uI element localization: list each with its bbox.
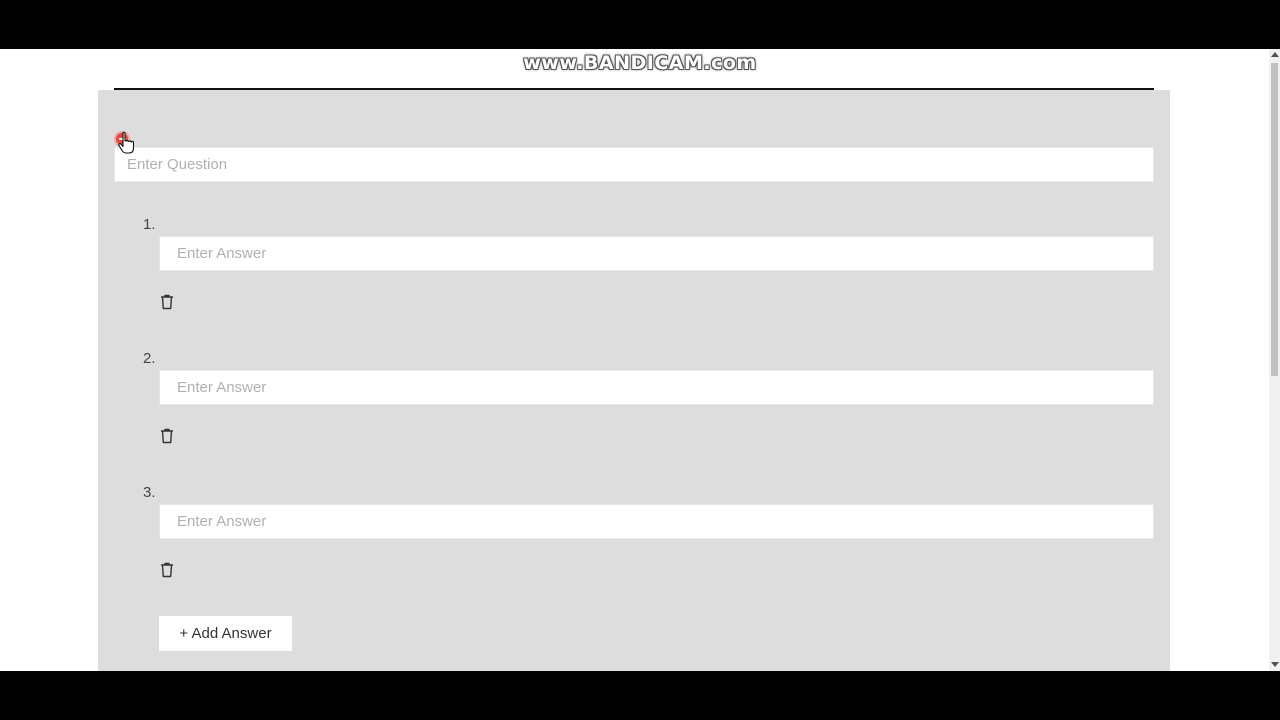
hand-pointer-icon bbox=[118, 131, 135, 154]
answer-number-2: 2. bbox=[143, 350, 156, 367]
browser-viewport: www.BANDICAM.com 1. 2. 3. + Add Answer bbox=[0, 49, 1280, 671]
add-answer-button[interactable]: + Add Answer bbox=[159, 616, 292, 651]
scroll-up-arrow-icon[interactable] bbox=[1271, 52, 1279, 57]
trash-icon[interactable] bbox=[160, 562, 174, 578]
scroll-thumb[interactable] bbox=[1271, 63, 1278, 376]
trash-icon[interactable] bbox=[160, 294, 174, 310]
question-card: 1. 2. 3. + Add Answer bbox=[98, 90, 1170, 671]
vertical-scrollbar[interactable] bbox=[1269, 49, 1280, 671]
answer-number-1: 1. bbox=[143, 216, 156, 233]
question-input[interactable] bbox=[114, 147, 1154, 182]
scroll-down-arrow-icon[interactable] bbox=[1271, 662, 1279, 667]
answer-input-1[interactable] bbox=[159, 236, 1154, 271]
answer-input-2[interactable] bbox=[159, 370, 1154, 405]
answer-number-3: 3. bbox=[143, 484, 156, 501]
answer-input-3[interactable] bbox=[159, 504, 1154, 539]
trash-icon[interactable] bbox=[160, 428, 174, 444]
recorder-watermark: www.BANDICAM.com bbox=[523, 52, 757, 74]
